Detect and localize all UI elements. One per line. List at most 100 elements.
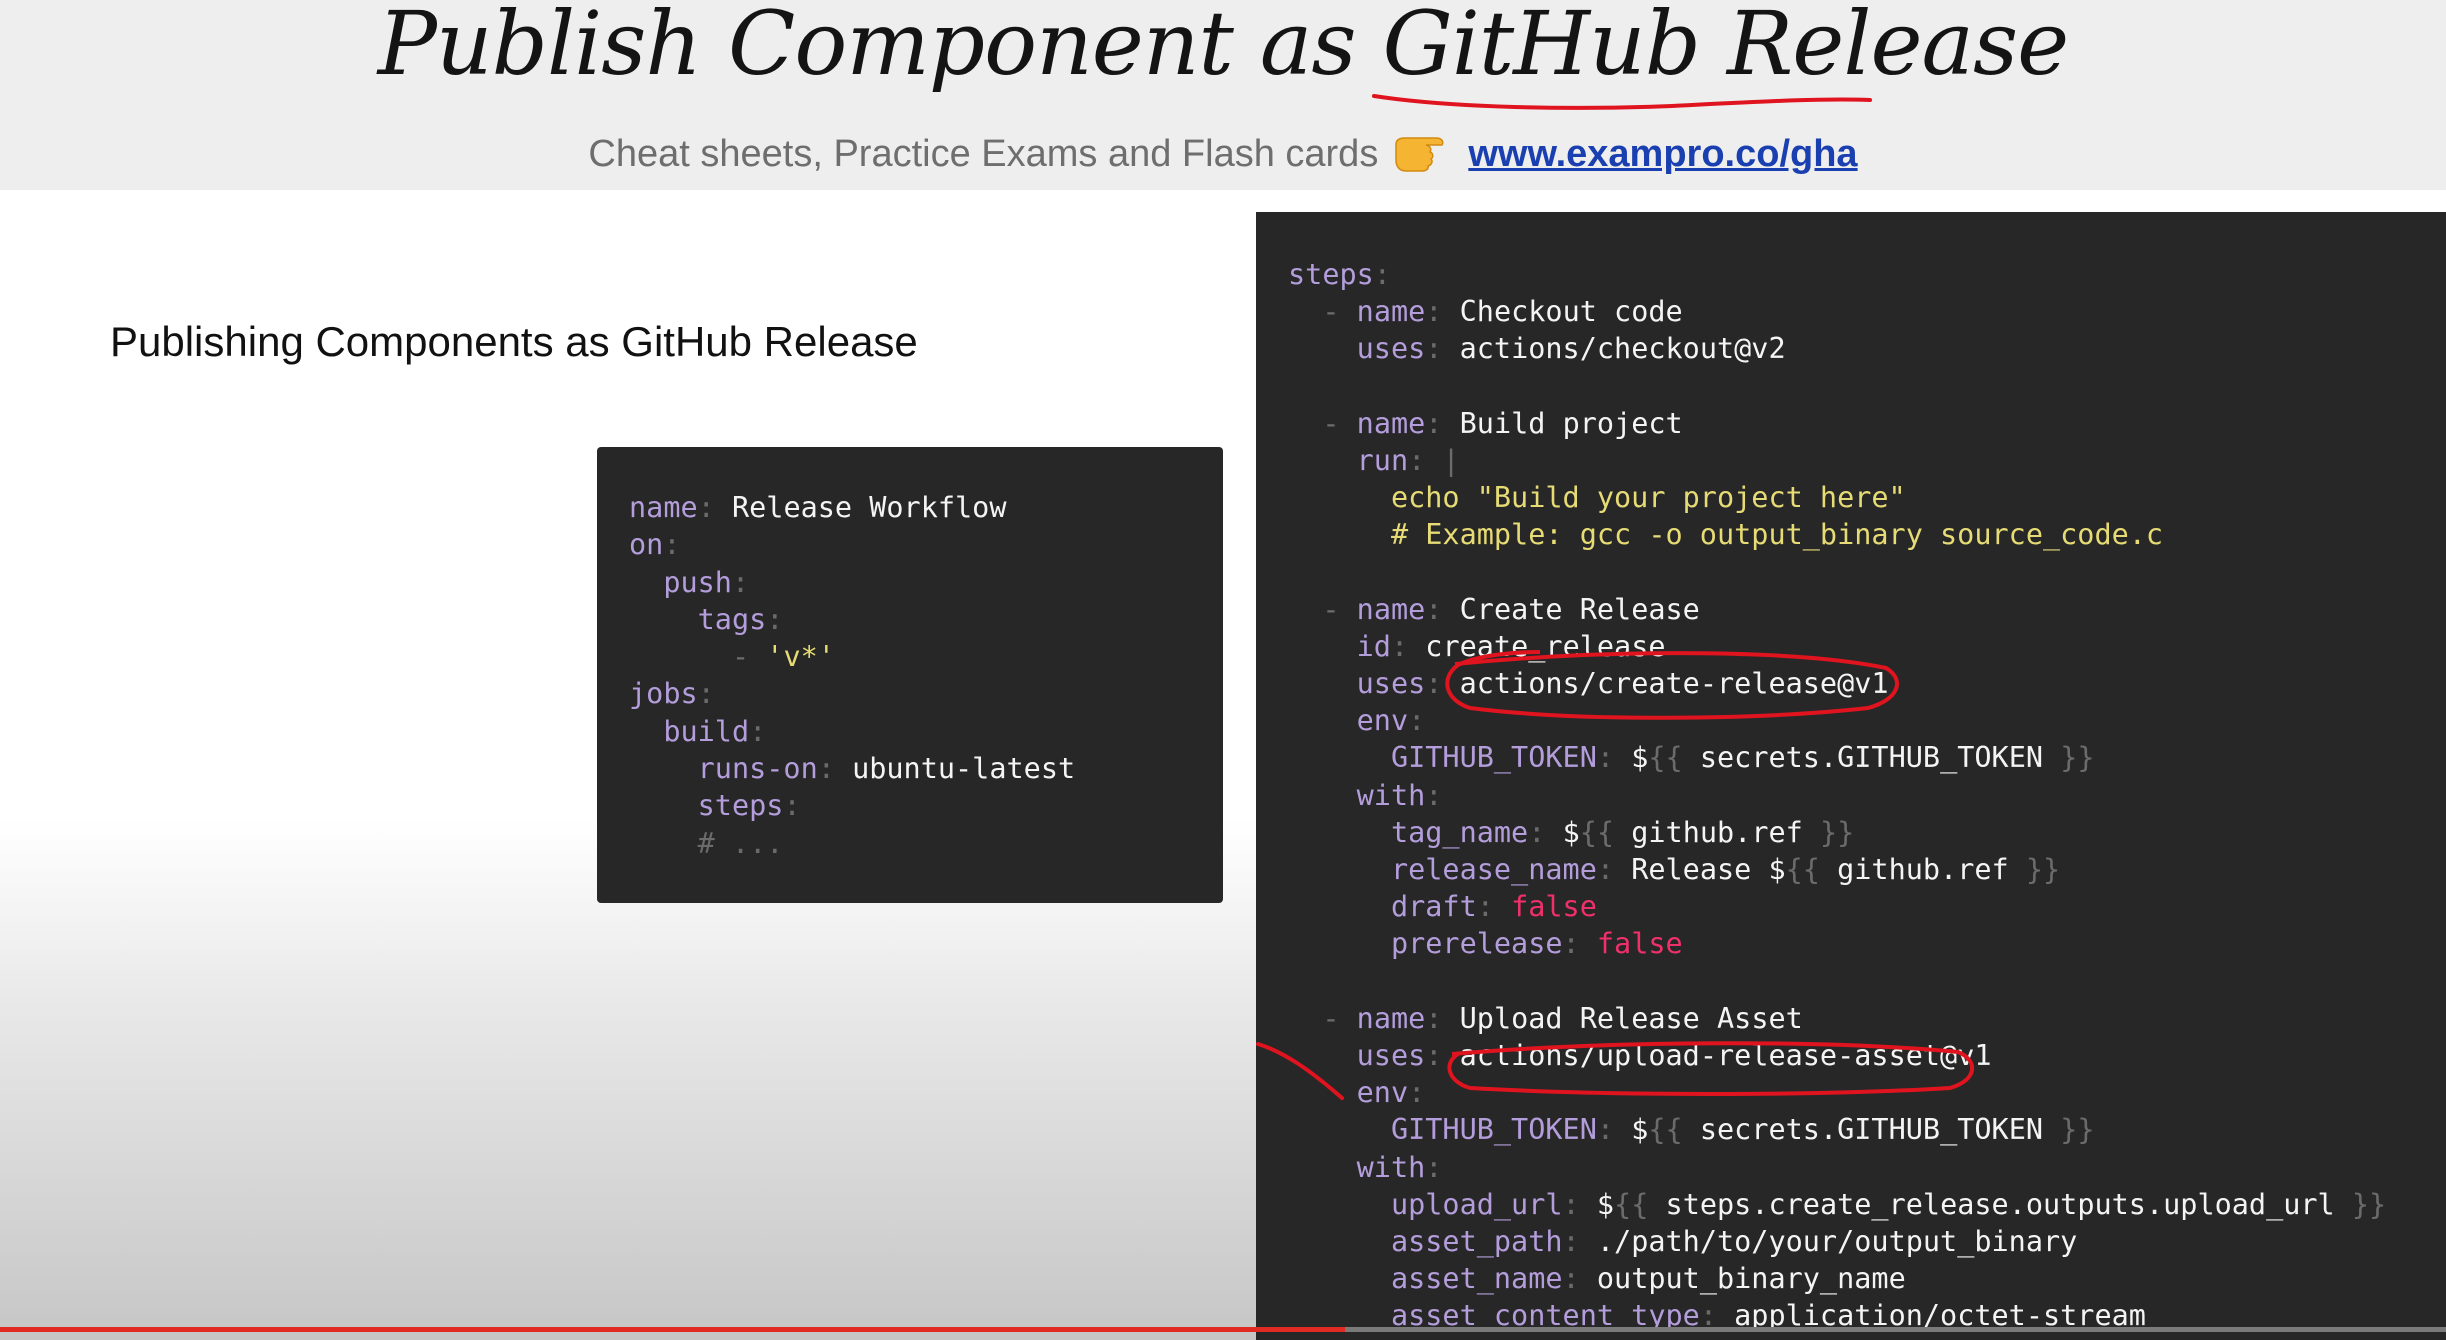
code-token: # Example: gcc -o output_binary source_c… xyxy=(1390,518,2164,552)
code-token: : xyxy=(1596,853,1632,886)
code-line: asset_name: output_binary_name xyxy=(1288,1260,2446,1297)
code-token: : xyxy=(1425,1001,1460,1035)
code-token: - xyxy=(731,640,767,674)
code-line: upload_url: ${{ steps.create_release.out… xyxy=(1288,1186,2446,1223)
code-token: Create Release xyxy=(1459,592,1700,626)
code-token: : xyxy=(783,789,801,823)
code-token: name xyxy=(1356,592,1426,626)
code-token: tags xyxy=(697,602,767,636)
code-line: tags: xyxy=(629,601,1223,638)
code-token: : xyxy=(817,752,853,786)
code-token: env xyxy=(1356,704,1409,738)
subtitle-line: Cheat sheets, Practice Exams and Flash c… xyxy=(0,130,2446,182)
code-token: name xyxy=(1356,406,1426,440)
code-token: Build project xyxy=(1459,406,1683,440)
slide-title: Publish Component as GitHub Release xyxy=(377,0,2070,95)
code-token: Checkout code xyxy=(1459,295,1683,329)
code-token: build xyxy=(663,714,750,748)
code-line: GITHUB_TOKEN: ${{ secrets.GITHUB_TOKEN }… xyxy=(1288,1111,2446,1148)
code-line: uses: actions/create-release@v1 xyxy=(1288,665,2446,702)
code-token: asset_path xyxy=(1390,1224,1563,1258)
code-token: - xyxy=(1322,1001,1357,1035)
code-token: }} xyxy=(2060,741,2095,775)
code-line: with: xyxy=(1288,777,2446,814)
code-token: echo "Build your project here" xyxy=(1390,481,1906,515)
code-line: # ... xyxy=(629,825,1223,862)
code-line: # Example: gcc -o output_binary source_c… xyxy=(1288,516,2446,553)
code-token: run xyxy=(1356,443,1409,477)
code-token: ./path/to/your/output_binary xyxy=(1596,1224,2078,1258)
code-token: : xyxy=(1425,295,1460,329)
code-token: $ xyxy=(1631,1113,1649,1147)
code-line: id: create_release xyxy=(1288,628,2446,665)
code-line: asset_path: ./path/to/your/output_binary xyxy=(1288,1223,2446,1260)
code-line: env: xyxy=(1288,702,2446,739)
code-line: echo "Build your project here" xyxy=(1288,479,2446,516)
steps-code-block: steps: - name: Checkout code uses: actio… xyxy=(1256,212,2446,1340)
code-token: upload_url xyxy=(1390,1187,1563,1221)
code-token: uses xyxy=(1356,667,1426,701)
code-token: GITHUB_TOKEN xyxy=(1390,1113,1597,1147)
code-line: runs-on: ubuntu-latest xyxy=(629,750,1223,787)
section-heading: Publishing Components as GitHub Release xyxy=(110,318,918,365)
code-line: build: xyxy=(629,713,1223,750)
big-code-lines: steps: - name: Checkout code uses: actio… xyxy=(1288,256,2446,1334)
code-token: : xyxy=(1528,815,1563,849)
code-token: : xyxy=(1562,1262,1597,1296)
code-token: - xyxy=(1322,406,1357,440)
code-token: : xyxy=(1562,1187,1597,1221)
code-token: false xyxy=(1511,890,1597,924)
code-token: false xyxy=(1596,927,1683,961)
code-line: on: xyxy=(629,526,1223,563)
code-token: push xyxy=(663,565,732,599)
code-token: : xyxy=(697,491,732,524)
code-token: : xyxy=(1425,667,1460,701)
code-token: uses xyxy=(1356,332,1426,366)
code-token: : xyxy=(1476,890,1512,924)
code-token: draft xyxy=(1390,890,1477,924)
code-token: tag_name xyxy=(1390,815,1529,849)
code-token: actions/upload-release-asset@v1 xyxy=(1459,1038,1992,1072)
code-line: - 'v*' xyxy=(629,638,1223,675)
code-token: - xyxy=(1322,295,1357,329)
code-line: with: xyxy=(1288,1149,2446,1186)
code-token: GITHUB_TOKEN xyxy=(1390,741,1597,775)
small-code-lines: name: Release Workflow on: push: tags: - … xyxy=(629,489,1223,862)
code-token: : xyxy=(1425,778,1443,812)
code-line: - name: Build project xyxy=(1288,405,2446,442)
code-token: runs-on xyxy=(697,752,818,786)
code-token: : xyxy=(1390,629,1426,663)
code-token: jobs xyxy=(629,677,698,711)
code-token: : xyxy=(1562,927,1597,961)
code-token: : xyxy=(663,528,681,562)
exampro-link[interactable]: www.exampro.co/gha xyxy=(1468,133,1857,175)
code-token: secrets.GITHUB_TOKEN xyxy=(1682,1113,2061,1147)
code-line: jobs: xyxy=(629,675,1223,712)
code-line: release_name: Release ${{ github.ref }} xyxy=(1288,851,2446,888)
code-token: $ xyxy=(1562,815,1580,849)
code-token: output_binary_name xyxy=(1596,1262,1906,1296)
code-token: steps xyxy=(697,789,784,823)
code-token: name xyxy=(1356,295,1426,329)
code-token: | xyxy=(1442,443,1460,477)
video-progress-bar[interactable] xyxy=(0,1327,2446,1332)
slide-header: Publish Component as GitHub Release Chea… xyxy=(0,0,2446,190)
code-token: }} xyxy=(2060,1113,2095,1147)
code-token: actions/checkout@v2 xyxy=(1459,332,1786,366)
subtitle-text: Cheat sheets, Practice Exams and Flash c… xyxy=(588,133,1379,175)
